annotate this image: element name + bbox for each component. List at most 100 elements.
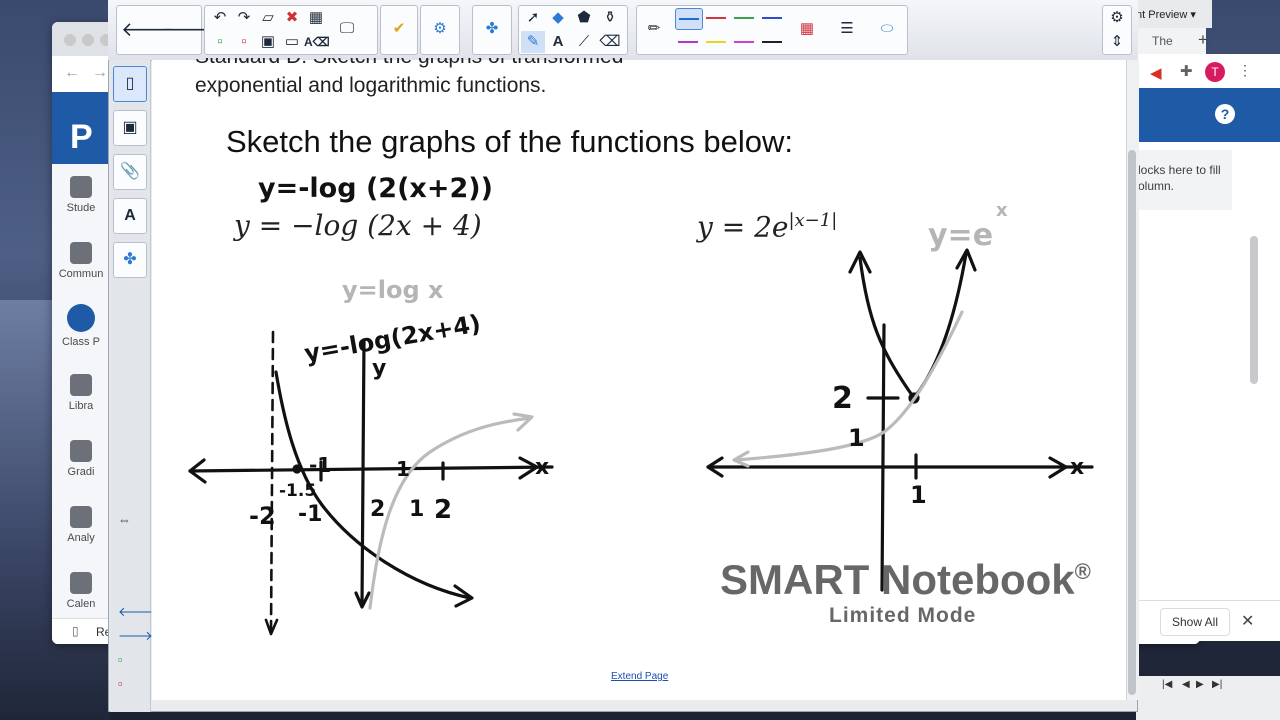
attachments-tab-icon[interactable]: 📎: [113, 154, 147, 190]
pen-color-red[interactable]: [703, 8, 729, 28]
gallery-tab-icon[interactable]: ▣: [113, 110, 147, 146]
page-sorter-tab-icon[interactable]: ▯: [113, 66, 147, 102]
nav-prev-icon[interactable]: ◀: [1182, 679, 1190, 690]
app-logo-icon: P: [70, 118, 93, 156]
file-icon: ▯: [72, 624, 79, 638]
add-ons-tab-icon[interactable]: ✤: [113, 242, 147, 278]
smart-toolbar: 🡐 🡒 ↶ ↷ ▱ ✖ ▦ ▫ ▫ ▣ ▭ A⌫ 🖵 ✔ ⚙ ✤ ➚ ◆ ⬟ ⚱…: [108, 0, 1138, 61]
sidebar-item-label: Class P: [62, 336, 100, 348]
select-icon[interactable]: ➚: [521, 7, 545, 29]
redo-icon[interactable]: ↷: [232, 7, 256, 29]
page-heading: Sketch the graphs of the functions below…: [226, 124, 793, 159]
table-icon[interactable]: ▦: [304, 7, 328, 29]
sidebar-item-label: Stude: [66, 202, 96, 214]
undo-icon[interactable]: ↶: [208, 7, 232, 29]
screen-shade-icon[interactable]: ▭: [280, 31, 304, 53]
preview-body: [1136, 142, 1280, 600]
line-style-icon[interactable]: ☰: [835, 18, 859, 40]
preview-toolbar: [1120, 54, 1280, 88]
sidebar-item-communicate[interactable]: Commun: [52, 242, 110, 280]
sidebar-item-label: Gradi: [67, 466, 95, 478]
delete-page-small-icon[interactable]: ▫: [118, 676, 123, 691]
previous-page-icon[interactable]: 🡐: [121, 8, 175, 52]
preview-header: [1136, 88, 1280, 142]
handwriting-recognition-icon[interactable]: A⌫: [304, 31, 330, 53]
close-dot-icon[interactable]: [64, 34, 76, 46]
widget-icon[interactable]: ⚙: [428, 18, 452, 40]
nav-first-icon[interactable]: |◀: [1162, 679, 1172, 690]
sidebar-item-students[interactable]: Stude: [52, 176, 110, 214]
sidebar-item-label: Calen: [66, 598, 96, 610]
calendar-icon: [70, 572, 92, 594]
pen-color-blue[interactable]: [675, 8, 703, 30]
preview-scrollbar[interactable]: [1250, 236, 1258, 384]
puzzle-icon[interactable]: ✚: [1180, 62, 1193, 80]
line-icon[interactable]: ⟋: [572, 31, 596, 53]
sidebar-item-library[interactable]: Libra: [52, 374, 110, 412]
pen-color-purple[interactable]: [675, 32, 701, 52]
smart-notebook-watermark: SMART Notebook®: [720, 556, 1091, 603]
standard-line-1: Standard D: Sketch the graphs of transfo…: [195, 58, 685, 71]
color-palette-icon[interactable]: ▦: [795, 18, 819, 40]
second-tab-title: The: [1152, 34, 1173, 48]
close-downloads-icon[interactable]: ✕: [1241, 611, 1254, 631]
activity-builder-icon[interactable]: ✔: [387, 18, 411, 40]
delete-icon[interactable]: ✖: [280, 7, 304, 29]
pen-color-indigo[interactable]: [759, 8, 785, 28]
pens-icon[interactable]: ✎: [521, 31, 545, 53]
next-page-small-icon[interactable]: 🡒: [118, 628, 153, 644]
expand-sidebar-icon[interactable]: ⇔: [118, 512, 131, 527]
pen-color-yellow[interactable]: [703, 32, 729, 52]
move-toolbar-icon[interactable]: ⇕: [1105, 31, 1129, 53]
fill-icon[interactable]: ⚱: [598, 7, 622, 29]
regular-polygon-icon[interactable]: ⬟: [572, 7, 596, 29]
sidebar-item-analytics[interactable]: Analy: [52, 506, 110, 544]
pen-tool-icon[interactable]: ✏: [642, 18, 666, 40]
person-icon: [70, 176, 92, 198]
sidebar-item-calendar[interactable]: Calen: [52, 572, 110, 610]
new-tab-icon[interactable]: +: [1198, 30, 1208, 50]
widgets-group: ⚙: [420, 5, 460, 55]
nav-group: 🡐 🡒: [116, 5, 215, 55]
display-icon[interactable]: 🖵: [335, 18, 359, 40]
more-menu-icon[interactable]: ⋮: [1238, 62, 1252, 79]
sidebar-item-grading[interactable]: Gradi: [52, 440, 110, 478]
add-page-small-icon[interactable]: ▫: [118, 652, 123, 667]
next-page-icon[interactable]: 🡒: [161, 8, 215, 52]
sidebar-item-class-pages[interactable]: Class P: [52, 304, 110, 348]
previous-page-small-icon[interactable]: 🡐: [118, 604, 153, 620]
open-file-icon[interactable]: ▱: [256, 7, 280, 29]
pen-color-magenta[interactable]: [731, 32, 757, 52]
standard-line-2: exponential and logarithmic functions.: [195, 74, 547, 97]
shapes-icon[interactable]: ◆: [546, 7, 570, 29]
page-scrollbar-thumb[interactable]: [1128, 150, 1136, 695]
function-1: y = −log (2x + 4): [234, 209, 482, 242]
text-icon[interactable]: A: [546, 31, 570, 53]
help-icon[interactable]: ?: [1215, 104, 1235, 124]
extension-icon[interactable]: ◀: [1150, 64, 1162, 82]
fill-effects-icon[interactable]: ⬭: [875, 18, 899, 40]
add-page-icon[interactable]: ▫: [208, 31, 232, 53]
nav-last-icon[interactable]: ▶|: [1212, 679, 1222, 690]
preview-bottom-bar: [1136, 676, 1280, 720]
pen-color-green[interactable]: [731, 8, 757, 28]
chat-icon: [70, 242, 92, 264]
add-ons-puzzle-icon[interactable]: ✤: [480, 18, 504, 40]
nav-next-icon[interactable]: ▶: [1196, 679, 1204, 690]
save-icon[interactable]: ▣: [256, 31, 280, 53]
addons-group: ✤: [472, 5, 512, 55]
preview-tab-title: nt Preview ▾: [1136, 9, 1196, 21]
settings-group: ⚙ ⇕: [1102, 5, 1132, 55]
properties-tab-icon[interactable]: A: [113, 198, 147, 234]
show-all-button[interactable]: Show All: [1160, 608, 1230, 636]
pen-color-black[interactable]: [759, 32, 785, 52]
function-2: y = 2e|x−1|: [697, 210, 838, 244]
avatar[interactable]: T: [1205, 62, 1225, 82]
delete-page-icon[interactable]: ▫: [232, 31, 256, 53]
eraser-icon[interactable]: ⌫: [598, 31, 622, 53]
gradebook-icon: [70, 440, 92, 462]
settings-gear-icon[interactable]: ⚙: [1105, 7, 1129, 29]
limited-mode-label: Limited Mode: [829, 604, 977, 627]
minimize-dot-icon[interactable]: [82, 34, 94, 46]
extend-page-link[interactable]: Extend Page: [611, 671, 668, 682]
